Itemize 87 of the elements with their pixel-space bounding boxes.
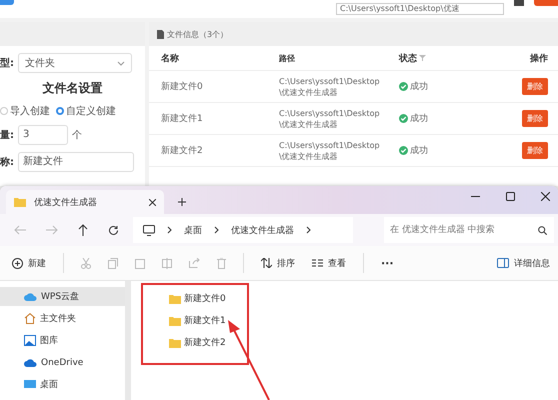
window-tab[interactable]: 优速文件生成器	[6, 190, 164, 214]
name-label: 称:	[0, 156, 14, 169]
table-cell-text: C:\Users\yssoft1\Desktop\优速文件生成器	[279, 140, 381, 162]
check-circle-icon	[399, 114, 408, 123]
clipboard-icon[interactable]	[135, 258, 145, 268]
forward-arrow-icon[interactable]	[46, 225, 58, 235]
column-header: 操作	[529, 52, 549, 64]
desktop-icon	[24, 380, 36, 389]
search-icon	[538, 226, 547, 234]
folder-item[interactable]: 新建文件0	[169, 291, 558, 306]
delete-button[interactable]: 删除	[522, 110, 548, 127]
breadcrumb-item[interactable]: 桌面	[184, 224, 202, 236]
house-icon	[24, 313, 36, 324]
radio-option[interactable]: 自定义创建	[56, 104, 116, 118]
name-field[interactable]: 新建文件	[18, 152, 134, 172]
up-arrow-icon[interactable]	[78, 224, 88, 236]
panel-title: 文件信息（3个）	[167, 28, 228, 40]
count-field[interactable]: 3	[18, 125, 68, 145]
folder-icon	[169, 338, 181, 348]
folder-icon	[169, 316, 181, 326]
search-field[interactable]: 在 优速文件生成器 中搜索	[384, 217, 554, 243]
sort-arrows-icon	[261, 258, 272, 268]
trash-icon[interactable]	[217, 258, 226, 268]
cut-icon[interactable]	[81, 258, 91, 268]
section-title: 文件名设置	[42, 80, 104, 97]
sidebar-item[interactable]: 主文件夹	[0, 309, 125, 328]
radio-option[interactable]: 导入创建	[0, 104, 50, 118]
rename-icon[interactable]	[162, 258, 172, 268]
sidebar-item[interactable]: OneDrive	[0, 353, 125, 372]
type-label: 型:	[0, 56, 14, 70]
add-tab-icon[interactable]	[178, 198, 186, 206]
check-circle-icon	[399, 82, 408, 91]
picture-icon	[24, 335, 36, 346]
more-button[interactable]: ···	[381, 256, 394, 270]
table-cell-text: C:\Users\yssoft1\Desktop\优速文件生成器	[279, 76, 381, 98]
square-button[interactable]	[514, 0, 524, 6]
path-field[interactable]: C:\Users\yssoft1\Desktop\优速	[336, 3, 504, 15]
chevron-down-icon	[117, 60, 125, 66]
sidebar-item[interactable]: 桌面	[0, 375, 125, 394]
breadcrumb-item[interactable]: 优速文件生成器	[231, 224, 294, 236]
copy-icon[interactable]	[108, 258, 118, 268]
table-cell-text: C:\Users\yssoft1\Desktop\优速文件生成器	[279, 108, 381, 130]
column-header: 状态	[399, 52, 519, 64]
app-button[interactable]	[0, 0, 14, 5]
close-icon[interactable]	[541, 192, 550, 201]
type-select[interactable]: 文件夹	[18, 53, 132, 73]
sort-button[interactable]: 排序	[261, 256, 295, 270]
table-cell-text: 新建文件0	[160, 80, 204, 93]
chevron-right-icon	[214, 226, 219, 234]
table-cell-text: 新建文件1	[160, 112, 204, 125]
maximize-icon[interactable]	[506, 192, 515, 201]
check-circle-icon	[399, 146, 408, 155]
folder-icon	[169, 294, 181, 304]
cloud-icon	[24, 292, 37, 300]
folder-item[interactable]: 新建文件1	[169, 313, 558, 328]
new-button[interactable]: 新建	[12, 256, 46, 270]
plus-circle-icon	[12, 258, 23, 268]
panel-icon	[497, 258, 509, 268]
status-text: 成功	[410, 112, 428, 125]
status-text: 成功	[410, 80, 428, 93]
chevron-right-icon	[167, 226, 172, 234]
table-cell-text: 新建文件2	[160, 144, 204, 157]
status-text: 成功	[410, 144, 428, 157]
chevron-right-icon	[306, 226, 311, 234]
refresh-icon[interactable]	[108, 224, 119, 236]
sidebar-item[interactable]: 图库	[0, 331, 125, 350]
close-icon[interactable]	[149, 198, 156, 206]
folder-item[interactable]: 新建文件2	[169, 335, 558, 350]
unit-label: 个	[72, 129, 82, 142]
back-arrow-icon[interactable]	[14, 225, 26, 235]
address-bar[interactable]: 桌面 优速文件生成器	[133, 217, 353, 243]
delete-button[interactable]: 删除	[522, 142, 548, 159]
document-icon	[157, 30, 164, 38]
column-header: 名称	[160, 52, 180, 64]
action-button[interactable]	[534, 0, 558, 6]
details-button[interactable]: 详细信息	[497, 256, 550, 270]
cloud-icon	[24, 358, 37, 366]
delete-button[interactable]: 删除	[522, 78, 548, 95]
monitor-icon	[143, 224, 155, 236]
count-label: 量:	[0, 129, 14, 142]
column-header: 路径	[279, 52, 296, 64]
folder-icon	[14, 197, 26, 207]
view-button[interactable]: 查看	[312, 256, 346, 270]
filter-icon[interactable]	[419, 55, 426, 61]
sidebar-item[interactable]: WPS云盘	[0, 287, 125, 306]
list-view-icon	[312, 259, 323, 267]
share-icon[interactable]	[189, 258, 200, 268]
